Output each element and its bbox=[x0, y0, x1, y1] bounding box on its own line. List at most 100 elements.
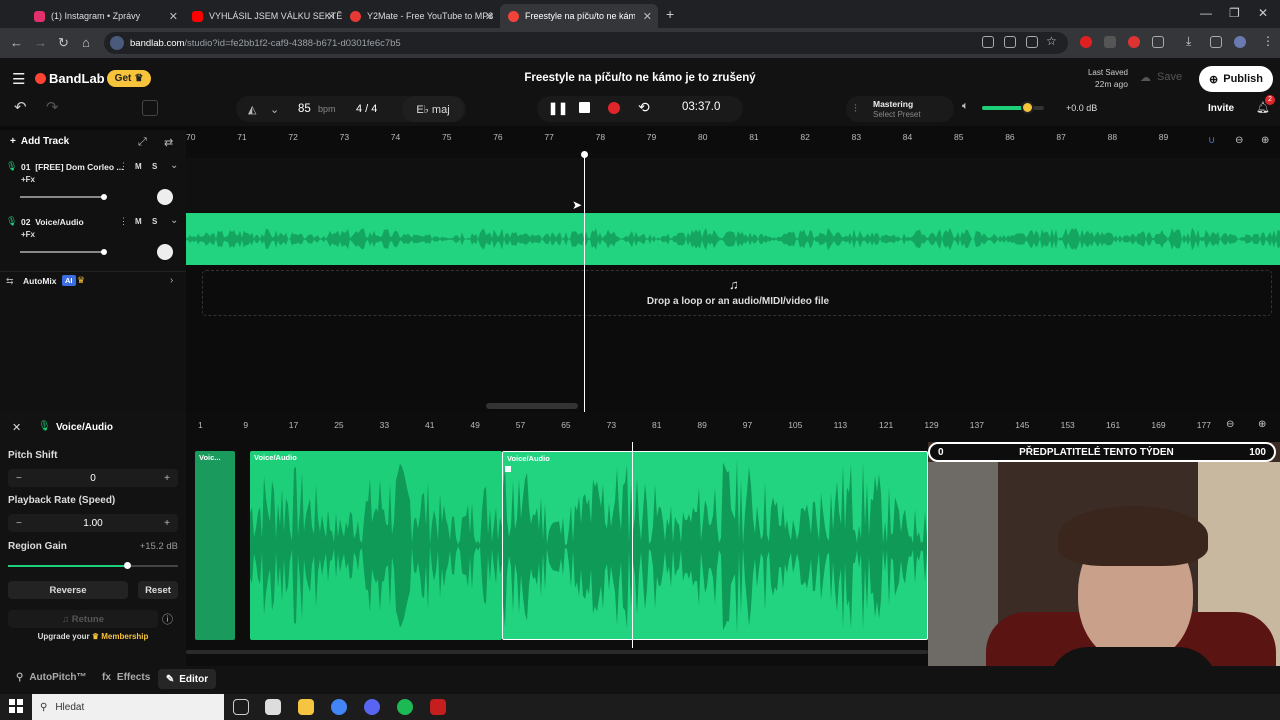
brand-name[interactable]: BandLab bbox=[49, 71, 105, 86]
zoom-in-icon[interactable]: ⊕ bbox=[1261, 135, 1269, 146]
browser-tab-bandlab[interactable]: Freestyle na píču/to ne kámo ✕ bbox=[500, 4, 658, 28]
pitch-shift-stepper[interactable]: − 0 + bbox=[8, 469, 178, 487]
timeline-ruler[interactable]: 70 71 72 73 74 75 76 77 78 79 80 81 82 83 84 85 86 87 88 89 bbox=[186, 130, 1206, 144]
browser-tab-y2mate[interactable]: Y2Mate - Free YouTube to MP3 ✕ bbox=[342, 4, 500, 28]
chevron-down-icon[interactable]: ⌄ bbox=[170, 215, 178, 226]
spotify-icon[interactable] bbox=[397, 699, 413, 715]
tab-editor[interactable]: ✎ Editor bbox=[158, 669, 216, 689]
redo-icon[interactable]: ↷ bbox=[46, 98, 59, 116]
time-signature[interactable]: 4 / 4 bbox=[356, 103, 377, 115]
extension-red-icon[interactable] bbox=[1080, 36, 1092, 48]
taskbar-search[interactable]: ⚲ Hledat bbox=[32, 694, 224, 720]
master-volume-slider[interactable] bbox=[982, 101, 1044, 114]
plus-icon[interactable]: + bbox=[164, 473, 170, 484]
close-icon[interactable]: ✕ bbox=[485, 10, 494, 23]
playhead-handle[interactable] bbox=[581, 151, 588, 158]
extensions-puzzle-icon[interactable] bbox=[1152, 36, 1164, 48]
home-icon[interactable]: ⌂ bbox=[82, 35, 90, 50]
zoom-out-icon[interactable]: ⊖ bbox=[1235, 135, 1243, 146]
magic-wand-icon[interactable]: ⤢ bbox=[138, 136, 147, 149]
mute-button[interactable]: M bbox=[135, 217, 142, 226]
get-membership-button[interactable]: Get ♛ bbox=[107, 70, 151, 87]
metronome-icon[interactable]: ◭ bbox=[248, 103, 256, 116]
file-explorer-icon[interactable] bbox=[298, 699, 314, 715]
volume-slider-thumb[interactable] bbox=[101, 249, 107, 255]
piano-roll-icon[interactable] bbox=[142, 100, 158, 116]
track-settings-icon[interactable]: ⇄ bbox=[164, 136, 173, 149]
undo-icon[interactable]: ↶ bbox=[14, 98, 27, 116]
add-fx-button[interactable]: +Fx bbox=[21, 175, 35, 184]
region-gain-slider[interactable] bbox=[8, 562, 178, 569]
record-icon[interactable] bbox=[608, 102, 620, 114]
bpm-value[interactable]: 85 bbox=[298, 103, 311, 115]
close-window-icon[interactable]: ✕ bbox=[1258, 6, 1268, 20]
chevron-right-icon[interactable]: › bbox=[170, 275, 173, 286]
audio-region-voice[interactable] bbox=[186, 213, 1280, 265]
clip-region-1[interactable]: Voic... bbox=[195, 451, 235, 640]
editor-scrollbar[interactable] bbox=[186, 650, 928, 654]
editor-ruler[interactable]: 1 9 17 25 33 41 49 57 65 73 81 89 97 105 113 121 129 137 1… bbox=[186, 418, 1216, 430]
pan-knob[interactable] bbox=[157, 244, 173, 260]
back-icon[interactable]: ← bbox=[10, 35, 23, 50]
forward-icon[interactable]: → bbox=[34, 35, 47, 50]
arrangement-timeline[interactable]: 70 71 72 73 74 75 76 77 78 79 80 81 82 83 84 85 86 87 88 89… bbox=[186, 130, 1280, 412]
editor-playhead[interactable] bbox=[632, 442, 633, 648]
browser-tab-youtube[interactable]: VYHLÁSIL JSEM VÁLKU SEKTĚ, I ✕ bbox=[184, 4, 342, 28]
retune-button[interactable]: ♫ Retune bbox=[8, 610, 158, 628]
track-row-01[interactable]: 🎙︎ 01 [FREE] Dom Corleo ... ⋮ M S ⌄ +Fx bbox=[0, 158, 186, 210]
zoom-in-icon[interactable]: ⊕ bbox=[1258, 419, 1266, 430]
reload-icon[interactable]: ↻ bbox=[58, 35, 69, 51]
track-lane-01[interactable] bbox=[186, 158, 1280, 212]
playback-rate-stepper[interactable]: − 1.00 + bbox=[8, 514, 178, 532]
app-icon[interactable] bbox=[430, 699, 446, 715]
track-volume-slider[interactable] bbox=[20, 196, 104, 198]
mastering-button[interactable]: ⫶ Mastering Select Preset bbox=[846, 96, 954, 122]
solo-button[interactable]: S bbox=[152, 217, 157, 226]
save-button[interactable]: ☁ Save bbox=[1140, 71, 1182, 84]
minimize-icon[interactable]: — bbox=[1200, 6, 1212, 20]
drop-zone[interactable]: ♫ Drop a loop or an audio/MIDI/video fil… bbox=[202, 270, 1272, 316]
pause-icon[interactable]: ❚❚ bbox=[548, 101, 568, 115]
publish-button[interactable]: ⊕ Publish bbox=[1199, 66, 1273, 92]
automix-row[interactable]: ⇆ AutoMix AI ♛ › bbox=[0, 271, 186, 291]
track-row-02[interactable]: 🎙︎ 02 Voice/Audio ⋮ M S ⌄ +Fx bbox=[0, 213, 186, 265]
playhead-line[interactable] bbox=[584, 154, 585, 412]
browser-tab-instagram[interactable]: (1) Instagram • Zprávy ✕ bbox=[26, 4, 184, 28]
chevron-down-icon[interactable]: ⌄ bbox=[270, 103, 279, 116]
translate-icon[interactable] bbox=[982, 36, 994, 48]
hamburger-icon[interactable]: ☰ bbox=[12, 70, 25, 88]
info-icon[interactable]: ⓘ bbox=[162, 611, 173, 627]
close-icon[interactable]: ✕ bbox=[12, 421, 21, 434]
minus-icon[interactable]: − bbox=[16, 473, 22, 484]
close-icon[interactable]: ✕ bbox=[643, 10, 652, 23]
invite-button[interactable]: Invite bbox=[1208, 103, 1234, 114]
store-icon[interactable] bbox=[265, 699, 281, 715]
add-fx-button[interactable]: +Fx bbox=[21, 230, 35, 239]
stop-icon[interactable] bbox=[579, 102, 590, 113]
close-icon[interactable]: ✕ bbox=[327, 10, 336, 23]
download-icon[interactable]: ⤓ bbox=[1186, 34, 1191, 49]
loop-icon[interactable]: ⟲ bbox=[638, 99, 650, 116]
region-handle[interactable] bbox=[505, 466, 511, 472]
address-bar[interactable]: bandlab.com /studio?id=fe2bb1f2-caf9-438… bbox=[104, 32, 1068, 54]
tab-effects[interactable]: fx Effects bbox=[102, 672, 150, 683]
playback-rate-value[interactable]: 1.00 bbox=[83, 518, 102, 529]
discord-icon[interactable] bbox=[364, 699, 380, 715]
menu-kebab-icon[interactable]: ⋮ bbox=[1262, 34, 1274, 48]
screenshot-icon[interactable] bbox=[1004, 36, 1016, 48]
clip-region-2[interactable]: Voice/Audio bbox=[250, 451, 502, 640]
pan-knob[interactable] bbox=[157, 189, 173, 205]
mute-button[interactable]: M bbox=[135, 162, 142, 171]
volume-thumb[interactable] bbox=[1020, 101, 1034, 114]
horizontal-scrollbar[interactable] bbox=[486, 403, 578, 409]
zoom-out-icon[interactable]: ⊖ bbox=[1226, 419, 1234, 430]
task-view-icon[interactable] bbox=[233, 699, 249, 715]
site-info-icon[interactable] bbox=[110, 36, 124, 50]
track-name[interactable]: [FREE] Dom Corleo ... bbox=[35, 162, 123, 172]
track-name[interactable]: Voice/Audio bbox=[35, 217, 84, 227]
extension-icon[interactable] bbox=[1104, 36, 1116, 48]
reset-button[interactable]: Reset bbox=[138, 581, 178, 599]
magnet-snap-icon[interactable]: ∪ bbox=[1208, 135, 1215, 146]
minus-icon[interactable]: − bbox=[16, 518, 22, 529]
reverse-button[interactable]: Reverse bbox=[8, 581, 128, 599]
